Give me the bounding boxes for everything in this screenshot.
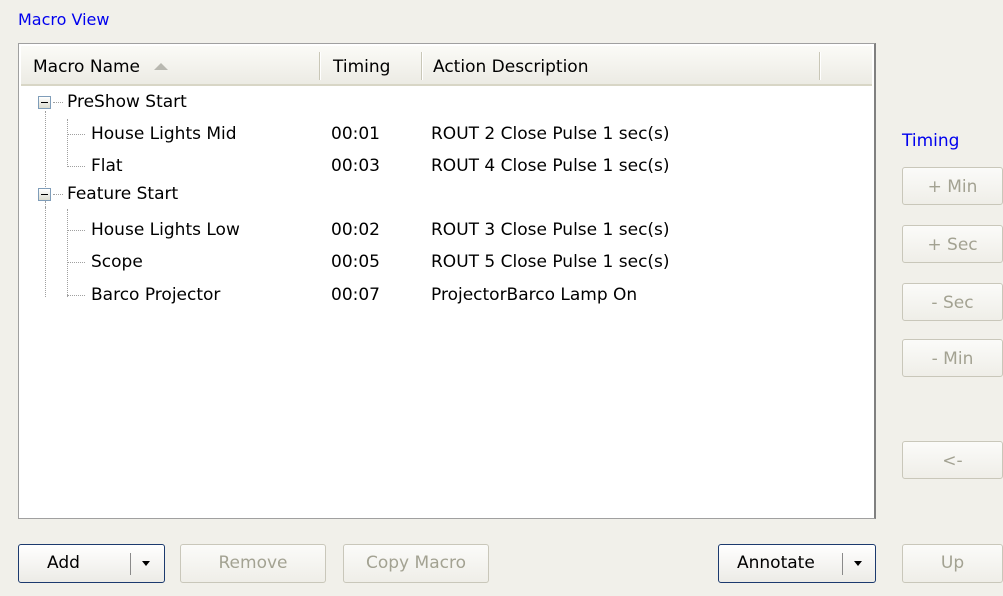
macro-timing: 00:02 xyxy=(331,220,380,240)
sort-ascending-icon xyxy=(154,62,169,70)
plus-min-button[interactable]: + Min xyxy=(902,167,1003,205)
column-divider[interactable] xyxy=(819,52,821,80)
column-divider[interactable] xyxy=(421,52,423,80)
macro-timing: 00:03 xyxy=(331,156,380,176)
column-header-macro-name[interactable]: Macro Name xyxy=(33,46,169,84)
column-header-macro-name-label: Macro Name xyxy=(33,57,141,77)
column-header-timing[interactable]: Timing xyxy=(333,46,390,84)
macro-name: House Lights Low xyxy=(91,220,240,240)
list-item[interactable]: Barco Projector 00:07 ProjectorBarco Lam… xyxy=(19,279,875,311)
macro-action: ROUT 5 Close Pulse 1 sec(s) xyxy=(431,252,670,272)
tree-connector-line xyxy=(53,102,63,103)
annotate-button-label: Annotate xyxy=(737,553,815,573)
list-item[interactable]: House Lights Low 00:02 ROUT 3 Close Puls… xyxy=(19,214,875,246)
macro-timing: 00:07 xyxy=(331,285,380,305)
split-divider xyxy=(842,553,843,575)
remove-button[interactable]: Remove xyxy=(180,544,326,583)
collapse-icon[interactable] xyxy=(38,96,51,109)
minus-min-button[interactable]: - Min xyxy=(902,339,1003,377)
macro-action: ROUT 3 Close Pulse 1 sec(s) xyxy=(431,220,670,240)
tree-group-feature-start[interactable]: Feature Start xyxy=(67,178,178,210)
macro-name: House Lights Mid xyxy=(91,124,237,144)
add-button-label: Add xyxy=(47,553,80,573)
macro-name: Barco Projector xyxy=(91,285,221,305)
up-button[interactable]: Up xyxy=(902,544,1003,583)
column-header: Macro Name Timing Action Description xyxy=(21,46,872,86)
macro-name: Scope xyxy=(91,252,143,272)
tree-group-preshow-start[interactable]: PreShow Start xyxy=(67,86,187,118)
column-divider[interactable] xyxy=(319,52,321,80)
split-divider xyxy=(130,553,131,575)
list-item[interactable]: House Lights Mid 00:01 ROUT 2 Close Puls… xyxy=(19,118,875,150)
macro-tree-list[interactable]: Macro Name Timing Action Description Pre… xyxy=(18,43,876,519)
copy-macro-button[interactable]: Copy Macro xyxy=(343,544,489,583)
chevron-down-icon[interactable] xyxy=(142,561,150,566)
column-header-action-description[interactable]: Action Description xyxy=(433,46,588,84)
macro-action: ProjectorBarco Lamp On xyxy=(431,285,638,305)
macro-timing: 00:05 xyxy=(331,252,380,272)
minus-sec-button[interactable]: - Sec xyxy=(902,283,1003,321)
back-arrow-button[interactable]: <- xyxy=(902,441,1003,479)
timing-label: Timing xyxy=(902,131,960,151)
plus-sec-button[interactable]: + Sec xyxy=(902,225,1003,263)
list-item[interactable]: Scope 00:05 ROUT 5 Close Pulse 1 sec(s) xyxy=(19,246,875,278)
chevron-down-icon[interactable] xyxy=(854,561,862,566)
tree-connector-line xyxy=(53,194,63,195)
add-split-button[interactable]: Add xyxy=(18,544,165,583)
macro-view-title: Macro View xyxy=(18,10,110,29)
collapse-icon[interactable] xyxy=(38,188,51,201)
macro-timing: 00:01 xyxy=(331,124,380,144)
macro-action: ROUT 2 Close Pulse 1 sec(s) xyxy=(431,124,670,144)
annotate-split-button[interactable]: Annotate xyxy=(718,544,876,583)
macro-action: ROUT 4 Close Pulse 1 sec(s) xyxy=(431,156,670,176)
